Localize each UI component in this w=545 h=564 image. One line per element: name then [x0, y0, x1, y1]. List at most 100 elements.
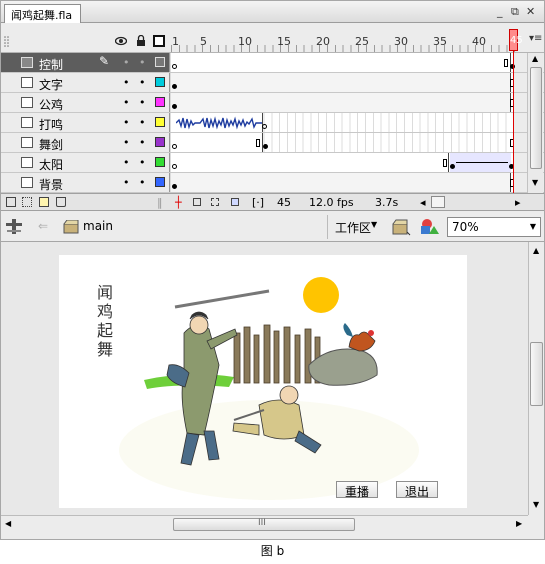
scroll-right-icon[interactable]: ▸ — [515, 196, 521, 209]
layer-row-control[interactable]: 控制 ✎ • • — [1, 53, 544, 73]
eye-icon[interactable] — [115, 35, 127, 47]
lock-icon[interactable] — [135, 35, 147, 47]
keyframe[interactable] — [263, 144, 268, 149]
stage[interactable]: 闻鸡起舞 重播 退出 — [59, 255, 467, 508]
layer-name[interactable]: 太阳 — [39, 156, 63, 173]
lock-dot[interactable]: • — [139, 156, 146, 169]
chevron-down-icon[interactable]: ▼ — [371, 220, 377, 229]
stage-horizontal-scrollbar[interactable]: ◀ III ▶ — [1, 515, 528, 533]
frame-rate[interactable]: 12.0 fps — [309, 196, 354, 209]
close-icon[interactable]: ✕ — [526, 5, 535, 18]
document-tab[interactable]: 闻鸡起舞.fla — [4, 4, 82, 23]
add-guide-icon[interactable] — [22, 197, 32, 207]
back-arrow-icon[interactable]: ⇐ — [38, 219, 48, 233]
exit-button[interactable]: 退出 — [396, 481, 439, 499]
layer-row-sword-dance[interactable]: 舞剑 • • — [1, 133, 544, 153]
visibility-dot[interactable]: • — [123, 76, 130, 89]
timeline-toggle-icon[interactable] — [5, 218, 23, 235]
scroll-up-icon[interactable]: ▲ — [532, 54, 538, 63]
keyframe[interactable] — [172, 104, 177, 109]
layer-header[interactable]: 文字 • • — [1, 73, 169, 92]
keyframe[interactable] — [172, 184, 177, 189]
layer-frames[interactable] — [169, 173, 514, 192]
scroll-down-icon[interactable]: ▼ — [532, 178, 538, 187]
visibility-dot[interactable]: • — [123, 96, 130, 109]
keyframe[interactable] — [172, 144, 177, 149]
scroll-left-icon[interactable]: ◀ — [5, 519, 11, 528]
zoom-select[interactable]: 70% ▼ — [447, 217, 541, 237]
scroll-down-icon[interactable]: ▼ — [533, 500, 539, 509]
onion-skin-icon[interactable] — [193, 198, 201, 206]
scroll-thumb[interactable] — [530, 67, 542, 169]
visibility-dot[interactable]: • — [123, 116, 130, 129]
layer-color-swatch[interactable] — [155, 57, 165, 67]
scroll-right-icon[interactable]: ▶ — [516, 519, 522, 528]
layer-frames[interactable] — [169, 73, 514, 92]
layer-color-swatch[interactable] — [155, 137, 165, 147]
layer-name[interactable]: 公鸡 — [39, 96, 63, 113]
replay-button[interactable]: 重播 — [336, 481, 379, 499]
layer-name[interactable]: 文字 — [39, 76, 63, 93]
visibility-dot[interactable]: • — [123, 56, 130, 69]
timeline-menu-icon[interactable]: ▾≡ — [529, 33, 542, 44]
layer-header[interactable]: 太阳 • • — [1, 153, 169, 172]
scene-name[interactable]: main — [83, 219, 113, 233]
scroll-left-icon[interactable]: ◂ — [420, 196, 426, 209]
lock-dot[interactable]: • — [139, 56, 146, 69]
keyframe[interactable] — [172, 64, 177, 69]
layer-color-swatch[interactable] — [155, 157, 165, 167]
layer-header[interactable]: 背景 • • — [1, 173, 169, 192]
frame-ruler[interactable] — [171, 45, 516, 52]
onion-markers-icon[interactable]: [·] — [252, 196, 264, 209]
keyframe[interactable] — [172, 164, 177, 169]
layer-frames[interactable] — [169, 113, 514, 132]
lock-dot[interactable]: • — [139, 96, 146, 109]
edit-scene-icon[interactable] — [392, 218, 412, 236]
layer-name[interactable]: 打鸣 — [39, 116, 63, 133]
layer-row-sun[interactable]: 太阳 • • — [1, 153, 544, 173]
visibility-dot[interactable]: • — [123, 136, 130, 149]
center-frame-icon[interactable]: ┼ — [175, 196, 182, 209]
layer-color-swatch[interactable] — [155, 177, 165, 187]
onion-outline-icon[interactable] — [211, 198, 219, 206]
scroll-thumb[interactable]: III — [173, 518, 355, 531]
layer-color-swatch[interactable] — [155, 117, 165, 127]
layer-name[interactable]: 舞剑 — [39, 136, 63, 153]
layer-row-rooster[interactable]: 公鸡 • • — [1, 93, 544, 113]
chevron-down-icon[interactable]: ▼ — [530, 222, 536, 231]
minimize-icon[interactable]: _ — [497, 5, 503, 18]
lock-dot[interactable]: • — [139, 136, 146, 149]
layer-frames[interactable] — [169, 133, 514, 152]
layer-frames[interactable] — [169, 53, 515, 72]
timeline-vertical-scrollbar[interactable]: ▲ ▼ — [527, 53, 543, 193]
stage-vertical-scrollbar[interactable]: ▲ ▼ — [528, 242, 544, 515]
layer-frames[interactable] — [169, 93, 514, 112]
new-layer-icon[interactable] — [6, 197, 16, 207]
layer-name[interactable]: 控制 — [39, 56, 63, 73]
layer-name[interactable]: 背景 — [39, 176, 63, 193]
layer-header[interactable]: 打鸣 • • — [1, 113, 169, 132]
outline-icon[interactable] — [153, 35, 165, 47]
edit-symbols-icon[interactable] — [419, 218, 441, 236]
layer-header[interactable]: 公鸡 • • — [1, 93, 169, 112]
workspace-menu[interactable]: 工作区 — [335, 219, 371, 236]
layer-row-crow-sound[interactable]: 打鸣 • • — [1, 113, 544, 133]
edit-multiple-frames-icon[interactable] — [231, 198, 239, 206]
lock-dot[interactable]: • — [139, 176, 146, 189]
restore-icon[interactable]: ⧉ — [511, 5, 519, 19]
keyframe[interactable] — [450, 164, 455, 169]
layer-row-background[interactable]: 背景 • • — [1, 173, 544, 193]
new-folder-icon[interactable] — [39, 197, 49, 207]
scroll-up-icon[interactable]: ▲ — [533, 246, 539, 255]
visibility-dot[interactable]: • — [123, 176, 130, 189]
layer-header[interactable]: 控制 ✎ • • — [1, 53, 169, 72]
lock-dot[interactable]: • — [139, 116, 146, 129]
keyframe[interactable] — [262, 124, 267, 129]
layer-frames[interactable] — [169, 153, 514, 172]
keyframe[interactable] — [172, 84, 177, 89]
delete-layer-icon[interactable] — [56, 197, 66, 207]
lock-dot[interactable]: • — [139, 76, 146, 89]
layer-header[interactable]: 舞剑 • • — [1, 133, 169, 152]
layer-row-text[interactable]: 文字 • • — [1, 73, 544, 93]
scroll-thumb[interactable] — [530, 342, 543, 406]
